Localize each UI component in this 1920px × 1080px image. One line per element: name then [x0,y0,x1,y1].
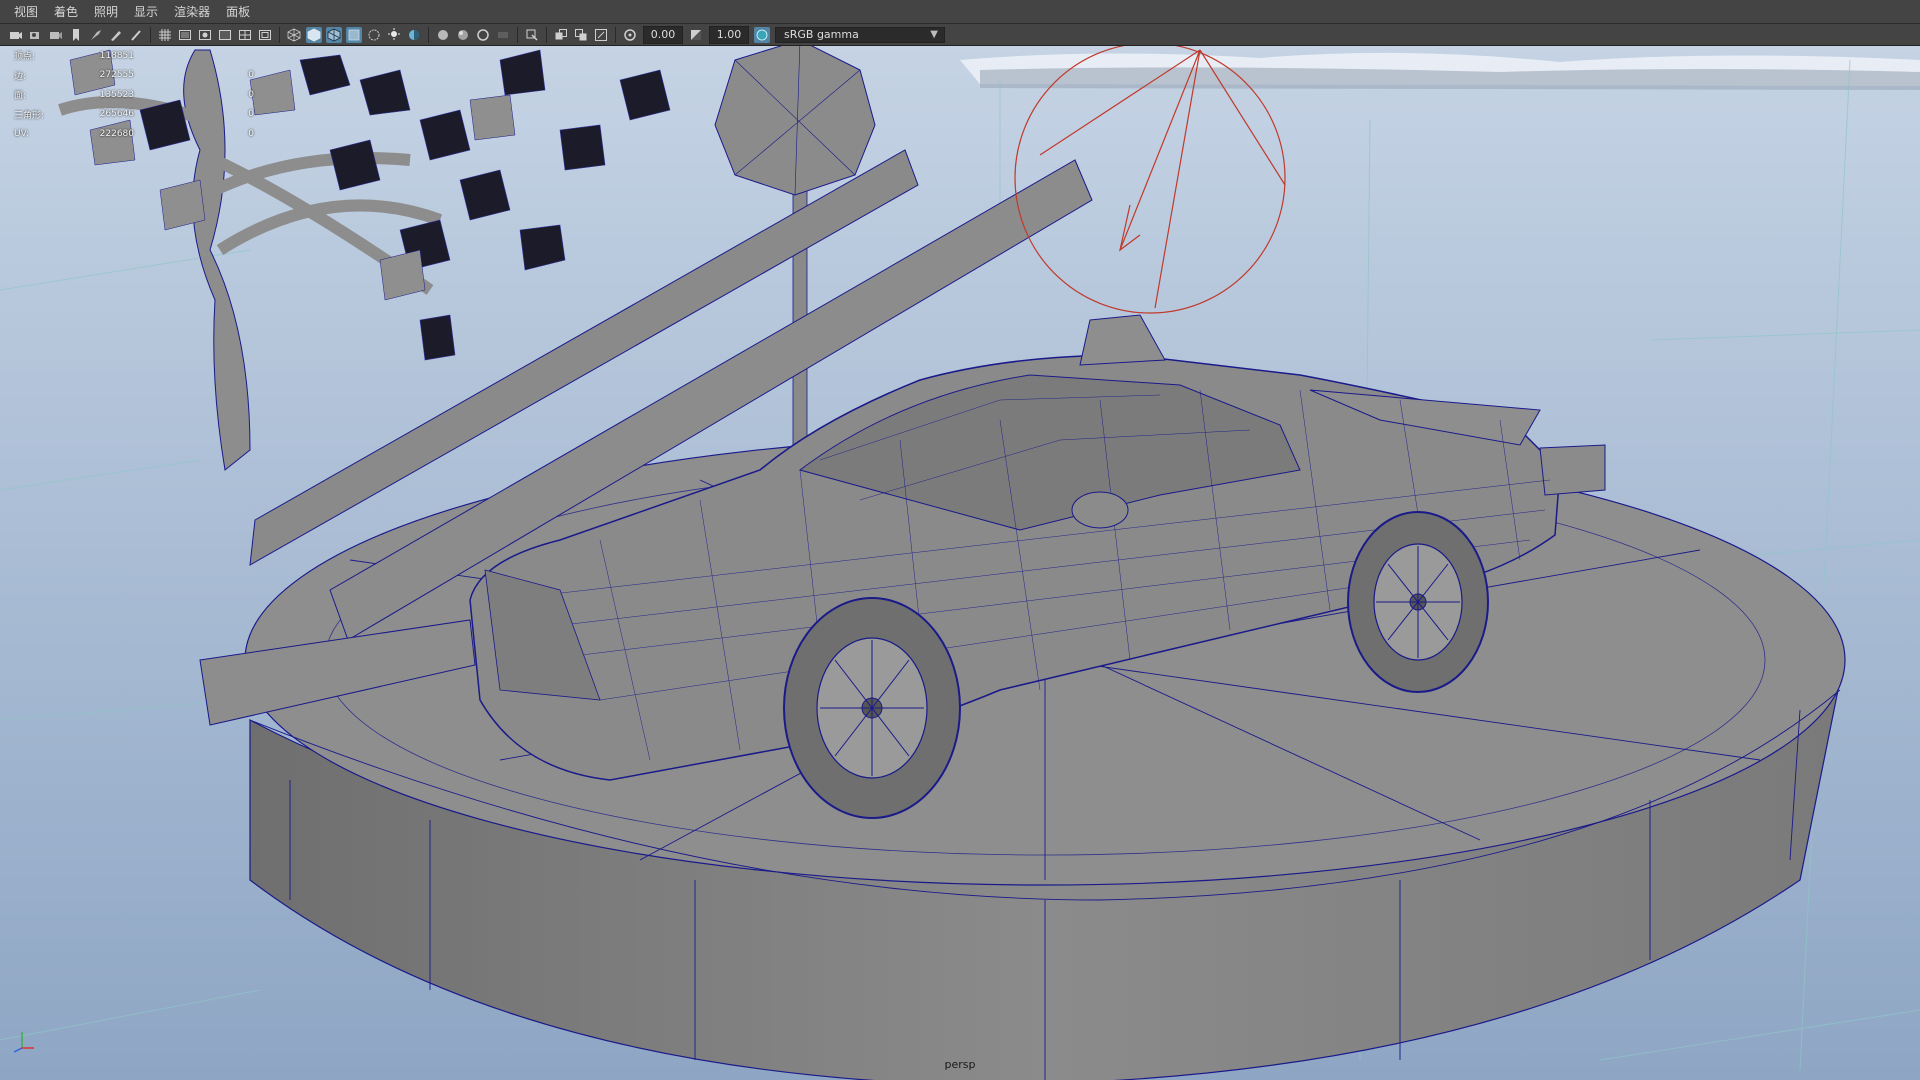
toolbar-separator [279,26,280,43]
menu-show[interactable]: 显示 [126,0,166,24]
wireframe-icon[interactable] [286,27,302,43]
front-wheel [783,597,961,819]
field-chart-icon[interactable] [237,27,253,43]
hud-value: 272555 [99,70,134,81]
hud-value: 222680 [99,128,134,139]
poly-count-hud: 顶点: 118851 边: 272555 0 面: 135523 0 三角形: … [14,46,254,144]
toolbar-separator [546,26,547,43]
camera-name-label: persp [944,1058,976,1071]
resize-icon[interactable] [593,27,609,43]
safe-action-icon[interactable] [257,27,273,43]
antialiasing-icon[interactable] [475,27,491,43]
hud-row-edges: 边: 272555 0 [14,66,254,86]
resolution-gate-icon[interactable] [197,27,213,43]
maya-viewport-window: 视图 着色 照明 显示 渲染器 面板 0.00 1.00 sRGB gamma … [0,0,1920,1080]
gamma-field[interactable]: 1.00 [709,25,749,44]
hud-value: 135523 [99,89,134,100]
default-material-icon[interactable] [366,27,382,43]
view-axis-icon [10,1024,40,1058]
wireframe-on-shaded-icon[interactable] [326,26,342,43]
hud-selected: 0 [248,109,254,120]
smooth-shade-icon[interactable] [306,26,322,43]
exposure-field[interactable]: 0.00 [643,25,683,44]
ambient-occlusion-icon[interactable] [435,27,451,43]
menu-lighting[interactable]: 照明 [86,0,126,24]
toolbar-separator [428,26,429,43]
hud-row-vertices: 顶点: 118851 [14,46,254,66]
menu-view[interactable]: 视图 [6,0,46,24]
hud-label: 顶点: [14,52,36,63]
menu-shading[interactable]: 着色 [46,0,86,24]
select-camera-icon[interactable] [8,27,24,43]
hud-label: UV: [14,128,30,139]
xray-joints-icon[interactable] [573,27,589,43]
hud-value: 118851 [99,50,134,61]
shadows-icon[interactable] [406,27,422,43]
3d-viewport[interactable] [0,46,1920,1080]
gamma-icon[interactable] [688,27,704,43]
rear-wheel [1347,511,1489,693]
hud-row-uvs: UV: 222680 0 [14,124,254,144]
xray-components-icon[interactable] [553,27,569,43]
hud-row-faces: 面: 135523 0 [14,85,254,105]
hud-value: 265646 [99,109,134,120]
image-plane-icon[interactable] [68,27,84,43]
toolbar-separator [615,26,616,43]
2d-pan-zoom-icon[interactable] [88,27,104,43]
grid-icon[interactable] [157,27,173,43]
toolbar-separator [517,26,518,43]
hud-label: 面: [14,91,27,102]
bookmarks-icon[interactable] [48,27,64,43]
chevron-down-icon: ▼ [930,28,938,40]
hud-selected: 0 [248,89,254,100]
film-gate-icon[interactable] [177,27,193,43]
hud-label: 边: [14,71,27,82]
color-management-icon[interactable] [754,26,770,43]
colorspace-value: sRGB gamma [784,28,859,41]
xray-icon[interactable] [346,26,362,43]
lights-icon[interactable] [386,27,402,43]
isolate-select-icon[interactable] [524,27,540,43]
camera-attributes-icon[interactable] [28,27,44,43]
panel-menu-bar: 视图 着色 照明 显示 渲染器 面板 [0,0,1920,24]
hud-row-triangles: 三角形: 265646 0 [14,105,254,125]
hud-selected: 0 [248,70,254,81]
gate-mask-icon[interactable] [217,27,233,43]
toolbar-separator [150,26,151,43]
motion-blur-icon[interactable] [455,27,471,43]
cloud-shadow [980,67,1920,90]
hud-label: 三角形: [14,110,45,121]
menu-renderer[interactable]: 渲染器 [166,0,218,24]
grease-pencil-icon[interactable] [108,27,124,43]
depth-of-field-icon[interactable] [495,27,511,43]
panel-toolbar: 0.00 1.00 sRGB gamma ▼ [0,24,1920,46]
scene-render [0,46,1920,1080]
exposure-icon[interactable] [622,27,638,43]
hud-selected: 0 [248,128,254,139]
colorspace-dropdown[interactable]: sRGB gamma ▼ [775,26,945,43]
menu-panels[interactable]: 面板 [218,0,258,24]
edit-pencil-icon[interactable] [128,27,144,43]
